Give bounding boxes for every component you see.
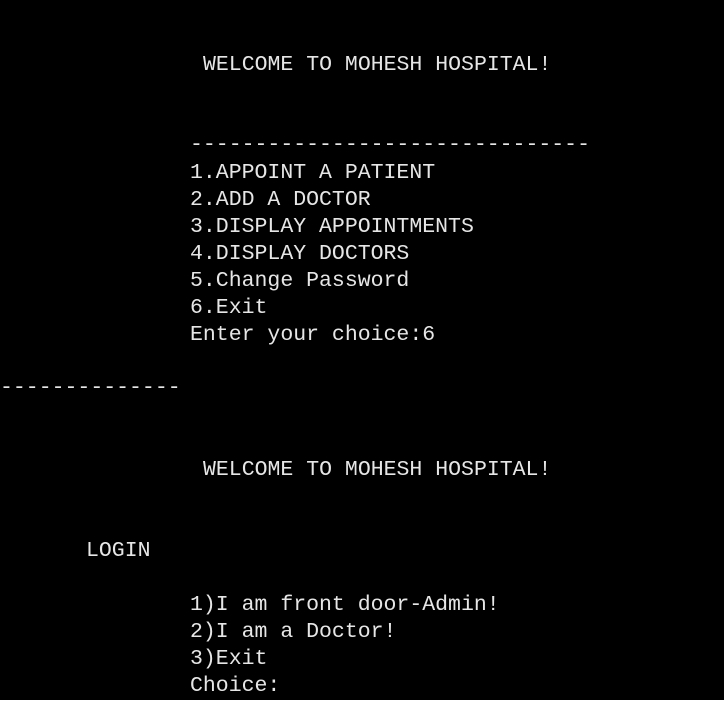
login-option-admin: 1)I am front door-Admin! xyxy=(190,593,500,617)
console-window[interactable]: WELCOME TO MOHESH HOSPITAL! ------------… xyxy=(0,0,724,700)
login-option-doctor: 2)I am a Doctor! xyxy=(190,620,397,644)
menu-option-appoint-patient: 1.APPOINT A PATIENT xyxy=(190,161,436,185)
menu-option-change-password: 5.Change Password xyxy=(190,269,410,293)
menu-title: WELCOME TO MOHESH HOSPITAL! xyxy=(203,53,552,77)
login-title: WELCOME TO MOHESH HOSPITAL! xyxy=(203,458,552,482)
menu-option-exit: 6.Exit xyxy=(190,296,268,320)
login-option-exit: 3)Exit xyxy=(190,647,268,671)
menu-option-display-doctors: 4.DISPLAY DOCTORS xyxy=(190,242,410,266)
menu-divider: ------------------------------- xyxy=(190,133,590,157)
menu-option-display-appointments: 3.DISPLAY APPOINTMENTS xyxy=(190,215,474,239)
menu-choice-prompt: Enter your choice:6 xyxy=(190,323,436,347)
login-heading: LOGIN xyxy=(86,539,151,563)
menu-option-add-doctor: 2.ADD A DOCTOR xyxy=(190,188,371,212)
login-choice-prompt[interactable]: Choice: xyxy=(190,673,280,700)
section-separator: -------------- xyxy=(0,376,181,400)
